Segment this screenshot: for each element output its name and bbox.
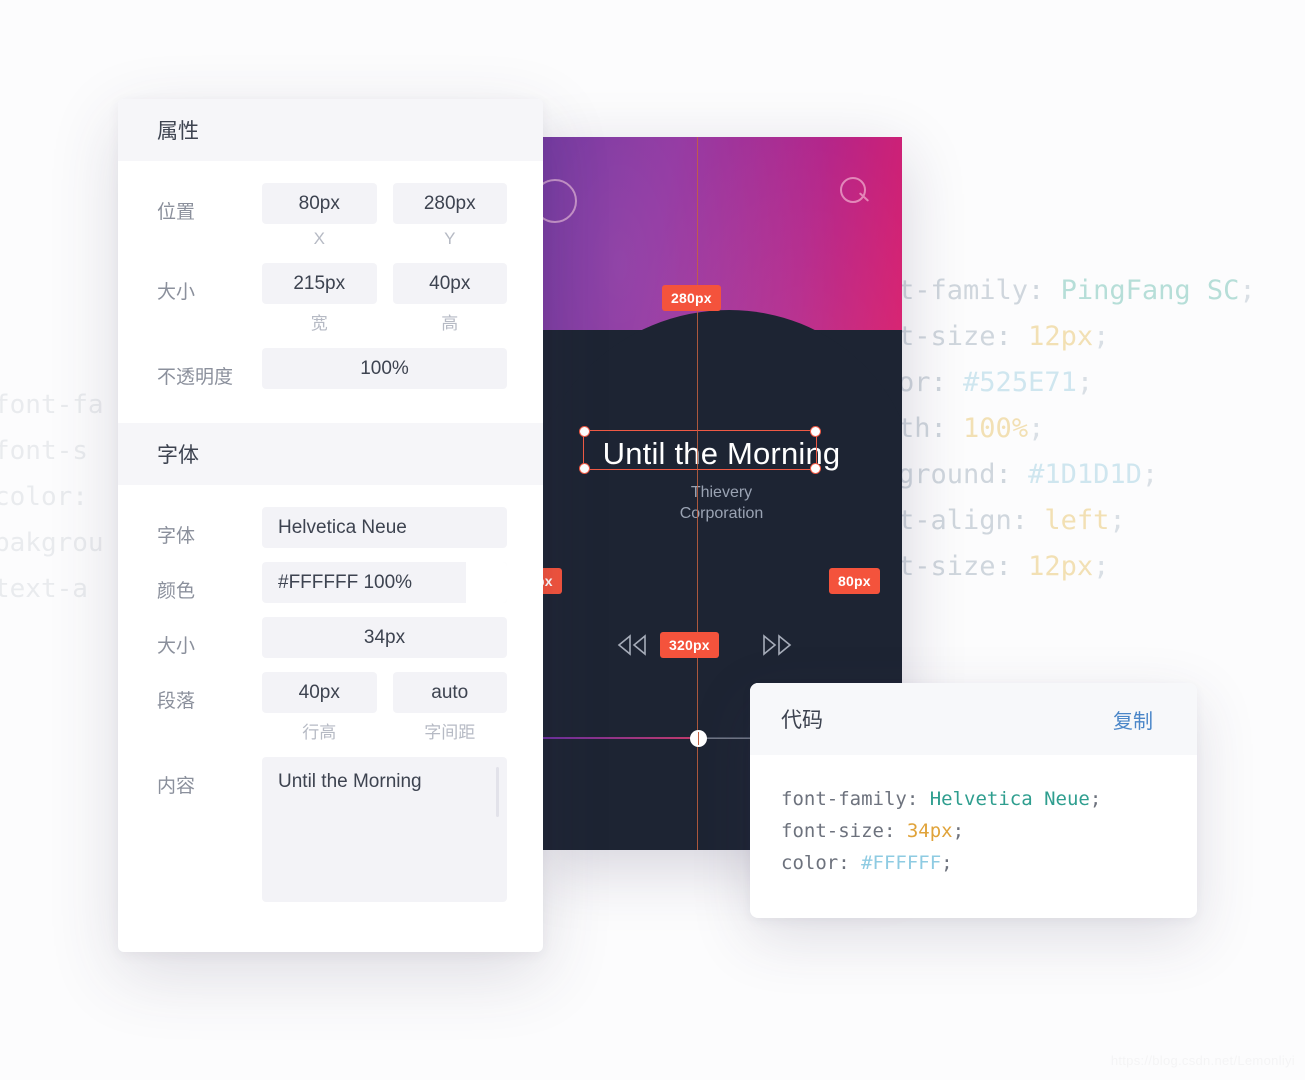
content-value: Until the Morning: [278, 771, 422, 792]
measure-badge-right: 80px: [829, 568, 880, 594]
font-size-input[interactable]: 34px: [262, 617, 507, 658]
artist-line-2: Corporation: [679, 505, 764, 522]
code-panel-header: 代码 复制: [750, 683, 1197, 755]
code-panel: 代码 复制 font-family: Helvetica Neue; font-…: [750, 683, 1197, 918]
selection-box[interactable]: [579, 426, 821, 474]
song-artist: Thievery Corporation: [680, 482, 764, 524]
row-label: 大小: [157, 636, 196, 657]
position-x-input[interactable]: 80px: [262, 183, 377, 224]
line-height-input[interactable]: 40px: [262, 672, 377, 713]
section-title: 字体: [157, 444, 199, 467]
line-height-sublabel: 行高: [302, 723, 337, 742]
section-header-attributes: 属性: [118, 99, 543, 161]
color-swatch[interactable]: [466, 562, 507, 603]
resize-handle-top-left[interactable]: [579, 426, 590, 437]
row-font-color: 颜色 #FFFFFF 100%: [157, 562, 507, 603]
row-paragraph: 段落 40px auto 行高 字间距: [157, 672, 507, 753]
font-color-input[interactable]: #FFFFFF 100%: [262, 562, 507, 603]
resize-handle-bottom-right[interactable]: [810, 463, 821, 474]
position-y-sublabel: Y: [444, 229, 456, 248]
section-body-font: 字体 Helvetica Neue 颜色 #FFFFFF 100% 大小 34p…: [118, 485, 543, 902]
row-size: 大小 215px 40px 宽 高: [157, 263, 507, 344]
row-label: 位置: [157, 202, 196, 223]
letter-spacing-sublabel: 字间距: [424, 723, 476, 742]
menu-circle-icon[interactable]: [541, 179, 577, 223]
copy-button[interactable]: 复制: [1113, 705, 1153, 734]
section-title: 属性: [157, 120, 199, 143]
code-panel-body: font-family: Helvetica Neue; font-size: …: [781, 788, 1102, 874]
background-code-right: t-family: PingFang SC; t-size: 12px; or:…: [898, 275, 1256, 582]
measure-badge-left: px: [541, 568, 562, 594]
artist-line-1: Thievery: [690, 484, 753, 501]
phone-top-bar: [541, 137, 902, 247]
row-content: 内容 Until the Morning: [157, 757, 507, 902]
row-font-family: 字体 Helvetica Neue: [157, 507, 507, 548]
progress-knob[interactable]: [690, 730, 707, 747]
letter-spacing-input[interactable]: auto: [392, 672, 507, 713]
background-code-left: font-fa font-s color: bakgrou text-a: [0, 390, 104, 604]
row-opacity: 不透明度 100%: [157, 348, 507, 389]
player-controls: [541, 632, 902, 672]
content-textarea[interactable]: Until the Morning: [262, 757, 507, 902]
progress-filled: [541, 737, 698, 739]
measure-badge-top: 280px: [662, 285, 721, 311]
row-label: 不透明度: [157, 367, 234, 388]
properties-panel: 属性 位置 80px 280px X Y 大小 215px 40px 宽 高 不…: [118, 99, 543, 952]
search-icon[interactable]: [840, 177, 874, 211]
code-panel-title: 代码: [781, 709, 823, 732]
size-height-sublabel: 高: [441, 314, 459, 333]
resize-handle-bottom-left[interactable]: [579, 463, 590, 474]
row-label: 大小: [157, 282, 196, 303]
font-color-value: #FFFFFF 100%: [278, 571, 413, 593]
row-position: 位置 80px 280px X Y: [157, 183, 507, 259]
app-canvas: font-fa font-s color: bakgrou text-a t-f…: [0, 0, 1305, 1080]
section-header-font: 字体: [118, 423, 543, 485]
rewind-icon[interactable]: [615, 632, 649, 658]
row-font-size: 大小 34px: [157, 617, 507, 658]
size-height-input[interactable]: 40px: [392, 263, 507, 304]
position-y-input[interactable]: 280px: [392, 183, 507, 224]
position-x-sublabel: X: [313, 229, 325, 248]
watermark: https://blog.csdn.net/Lemonliyi: [1110, 1053, 1295, 1068]
row-label: 内容: [157, 776, 196, 797]
row-label: 字体: [157, 526, 196, 547]
size-width-input[interactable]: 215px: [262, 263, 377, 304]
size-width-sublabel: 宽: [310, 314, 328, 333]
opacity-input[interactable]: 100%: [262, 348, 507, 389]
row-label: 段落: [157, 691, 196, 712]
font-family-input[interactable]: Helvetica Neue: [262, 507, 507, 548]
section-body-attributes: 位置 80px 280px X Y 大小 215px 40px 宽 高 不透明度…: [118, 161, 543, 389]
textarea-scrollbar[interactable]: [496, 767, 499, 817]
resize-handle-top-right[interactable]: [810, 426, 821, 437]
row-label: 颜色: [157, 581, 196, 602]
fast-forward-icon[interactable]: [760, 632, 794, 658]
